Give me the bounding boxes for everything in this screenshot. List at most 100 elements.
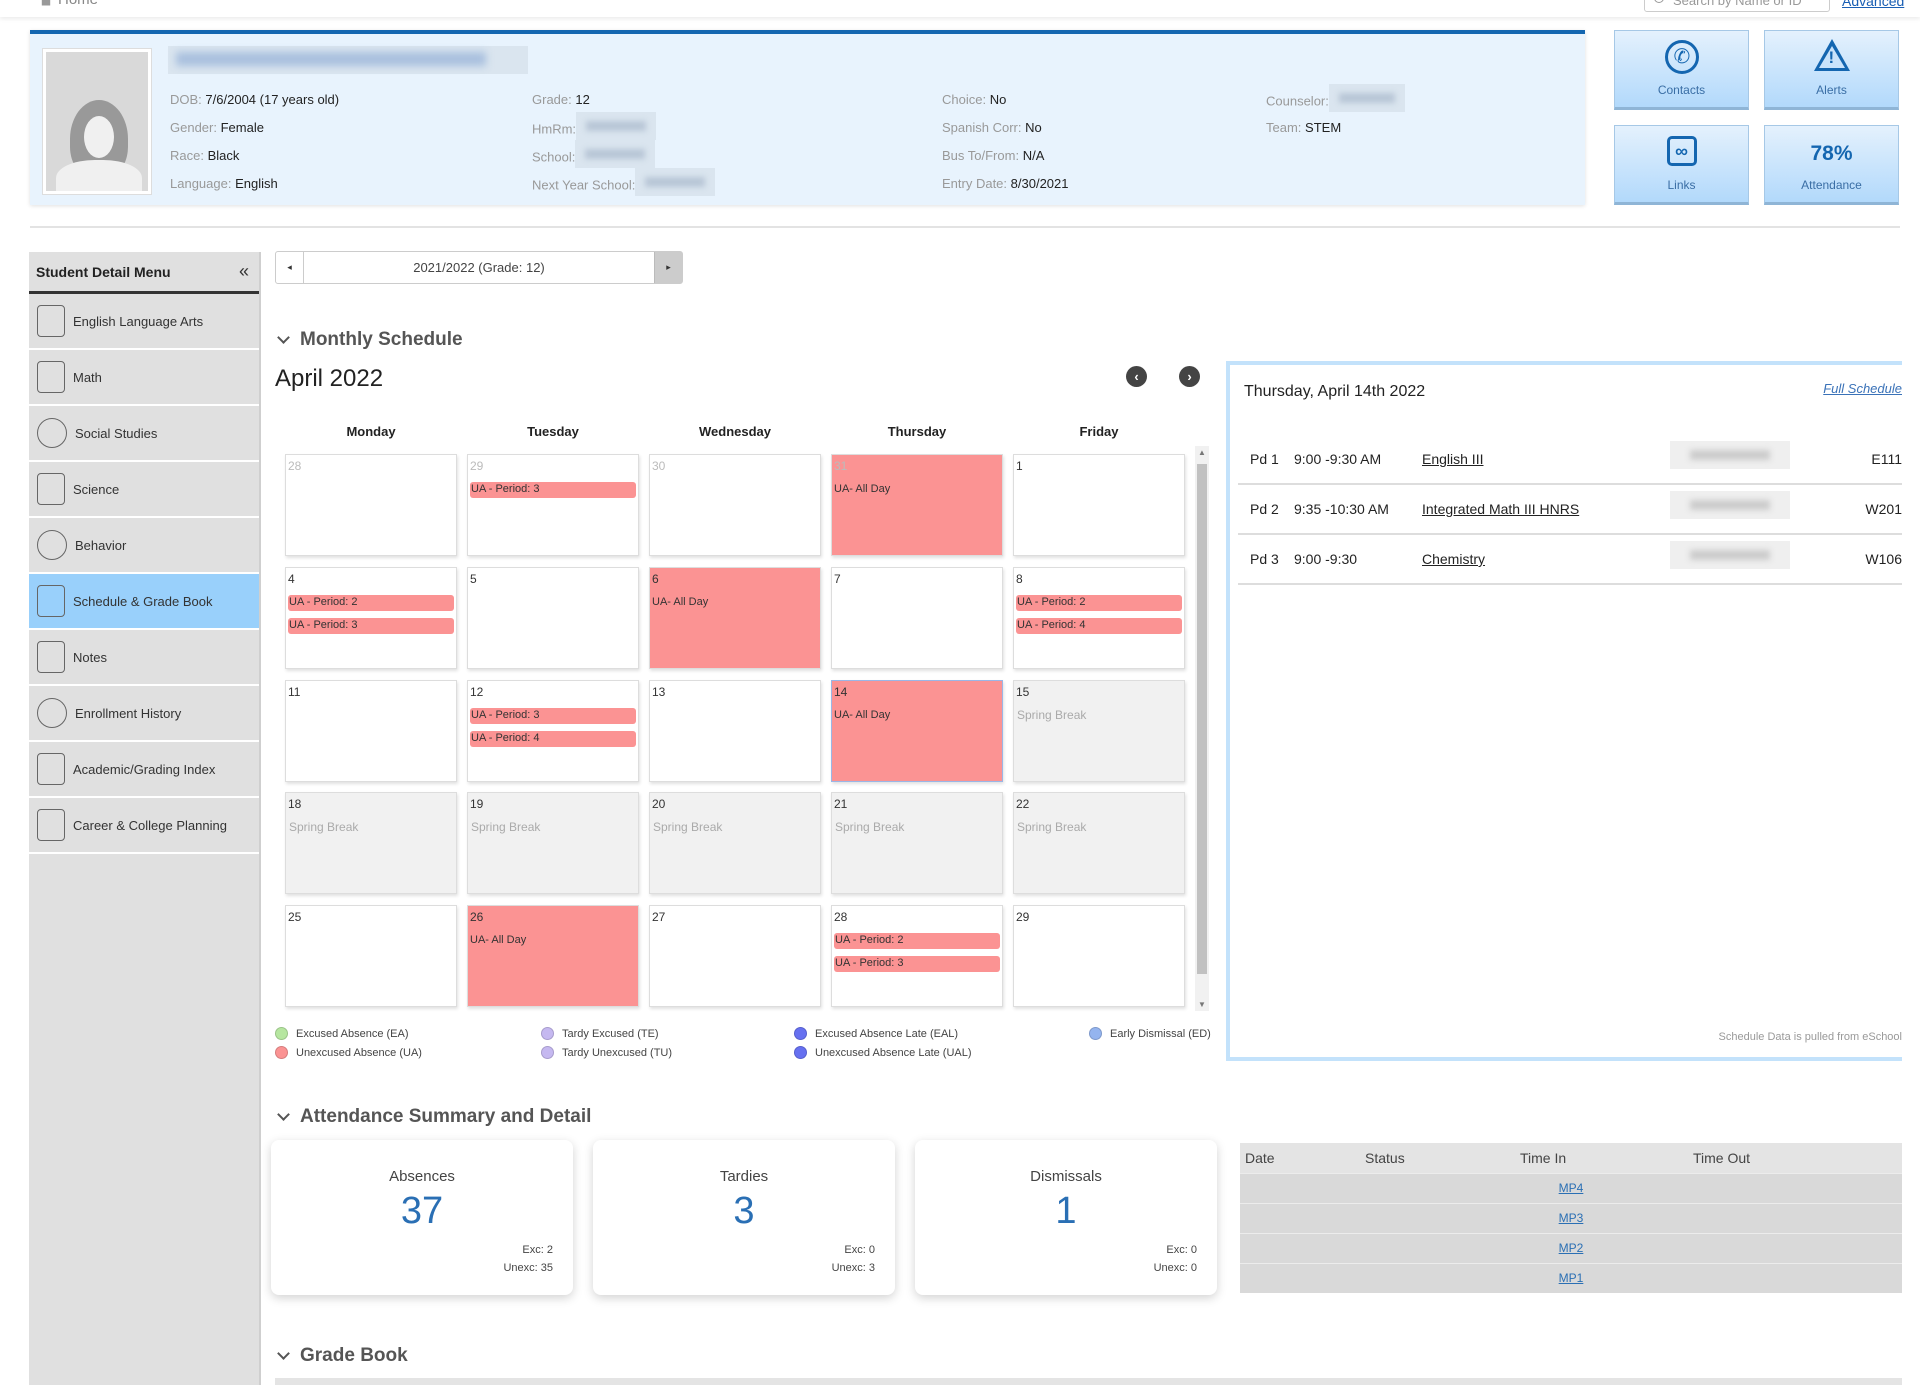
- sidebar-item-behavior[interactable]: Behavior: [29, 518, 259, 574]
- calendar-day-cell[interactable]: 4 UA - Period: 2 UA - Period: 3: [285, 567, 457, 669]
- marking-period-link[interactable]: MP1: [1559, 1271, 1584, 1285]
- calendar-day-cell[interactable]: 14 UA- All Day: [831, 680, 1003, 782]
- marking-period-link[interactable]: MP3: [1559, 1211, 1584, 1225]
- sidebar-item-career-college-planning[interactable]: Career & College Planning: [29, 798, 259, 854]
- calendar-day-cell[interactable]: 22 Spring Break: [1013, 792, 1185, 894]
- attendance-event[interactable]: UA - Period: 3: [470, 708, 636, 724]
- notes-icon: [37, 641, 65, 673]
- teacher-redacted: [1670, 541, 1790, 569]
- column-header[interactable]: Time In: [1515, 1143, 1688, 1173]
- sidebar-item-social-studies[interactable]: Social Studies: [29, 406, 259, 462]
- calendar-day-cell[interactable]: 27: [649, 905, 821, 1007]
- attendance-tile[interactable]: 78% Attendance: [1764, 125, 1899, 205]
- attendance-event[interactable]: UA - Period: 2: [288, 595, 454, 611]
- attendance-event[interactable]: UA - Period: 4: [470, 731, 636, 747]
- calendar-day-cell[interactable]: 28: [285, 454, 457, 556]
- gradebook-section-header[interactable]: Grade Book: [275, 1345, 408, 1367]
- day-number: 6: [652, 572, 659, 586]
- scroll-up-icon[interactable]: ▲: [1198, 448, 1206, 457]
- sidebar-item-schedule-grade-book[interactable]: Schedule & Grade Book: [29, 574, 259, 630]
- school-year-value: 2021/2022 (Grade: 12): [413, 260, 545, 275]
- course-link[interactable]: English III: [1422, 451, 1483, 467]
- calendar-day-cell[interactable]: 21 Spring Break: [831, 792, 1003, 894]
- full-schedule-link[interactable]: Full Schedule: [1823, 381, 1902, 396]
- calendar-day-cell[interactable]: 29: [1013, 905, 1185, 1007]
- sidebar-item-enrollment-history[interactable]: Enrollment History: [29, 686, 259, 742]
- next-year-button[interactable]: ▸: [654, 252, 682, 283]
- calendar-day-cell[interactable]: 6 UA- All Day: [649, 567, 821, 669]
- school-year-selector[interactable]: ◂ 2021/2022 (Grade: 12) ▸: [275, 251, 683, 284]
- monthly-schedule-header[interactable]: Monthly Schedule: [275, 329, 463, 351]
- attendance-event[interactable]: UA - Period: 2: [834, 933, 1000, 949]
- notebook-icon: [37, 753, 65, 785]
- calendar-scrollbar[interactable]: ▲ ▼: [1195, 446, 1209, 1011]
- sidebar-item-science[interactable]: Science: [29, 462, 259, 518]
- card-title: Absences: [389, 1168, 455, 1185]
- home-link[interactable]: Home: [40, 0, 98, 8]
- collapse-menu-icon[interactable]: «: [239, 261, 249, 282]
- attendance-card-absences: Absences 37 Exc: 2 Unexc: 35: [271, 1140, 573, 1295]
- calendar-day-cell[interactable]: 26 UA- All Day: [467, 905, 639, 1007]
- calendar-day-cell[interactable]: 8 UA - Period: 2 UA - Period: 4: [1013, 567, 1185, 669]
- calendar-day-cell[interactable]: 25: [285, 905, 457, 1007]
- sidebar-item-math[interactable]: Math: [29, 350, 259, 406]
- course-link[interactable]: Chemistry: [1422, 551, 1485, 567]
- calendar-day-cell[interactable]: 7: [831, 567, 1003, 669]
- contacts-label: Contacts: [1657, 83, 1706, 97]
- attendance-event[interactable]: UA - Period: 3: [470, 482, 636, 498]
- chevron-down-icon: [277, 1108, 290, 1121]
- alerts-tile[interactable]: Alerts: [1764, 30, 1899, 110]
- flask-icon: [37, 473, 65, 505]
- prev-year-button[interactable]: ◂: [276, 252, 304, 283]
- next-month-button[interactable]: ›: [1179, 366, 1200, 387]
- attendance-event[interactable]: UA - Period: 2: [1016, 595, 1182, 611]
- student-search-input[interactable]: Search by Name or ID: [1644, 0, 1830, 12]
- marking-period-link[interactable]: MP2: [1559, 1241, 1584, 1255]
- advanced-search-link[interactable]: Advanced: [1842, 0, 1904, 9]
- sidebar-item-notes[interactable]: Notes: [29, 630, 259, 686]
- contacts-tile[interactable]: Contacts: [1614, 30, 1749, 110]
- marking-period-link[interactable]: MP4: [1559, 1181, 1584, 1195]
- attendance-event[interactable]: UA - Period: 4: [1016, 618, 1182, 634]
- calendar-day-cell[interactable]: 15 Spring Break: [1013, 680, 1185, 782]
- calendar-day-cell[interactable]: 13: [649, 680, 821, 782]
- column-header[interactable]: Time Out: [1688, 1143, 1902, 1173]
- calendar-day-cell[interactable]: 12 UA - Period: 3 UA - Period: 4: [467, 680, 639, 782]
- attendance-event[interactable]: UA - Period: 3: [834, 956, 1000, 972]
- calendar-day-cell[interactable]: 31 UA- All Day: [831, 454, 1003, 556]
- card-breakdown: Exc: 2 Unexc: 35: [503, 1244, 553, 1274]
- card-count: 1: [1055, 1190, 1077, 1232]
- course-link[interactable]: Integrated Math III HNRS: [1422, 501, 1579, 517]
- calendar-day-cell[interactable]: 11: [285, 680, 457, 782]
- calendar-day-cell[interactable]: 29 UA - Period: 3: [467, 454, 639, 556]
- links-tile[interactable]: ∞ Links: [1614, 125, 1749, 205]
- day-number: 7: [834, 572, 841, 586]
- prev-month-button[interactable]: ‹: [1126, 366, 1147, 387]
- sidebar-item-english-language-arts[interactable]: English Language Arts: [29, 294, 259, 350]
- attendance-event[interactable]: UA - Period: 3: [288, 618, 454, 634]
- day-note: Spring Break: [471, 820, 541, 834]
- calendar-day-cell[interactable]: 19 Spring Break: [467, 792, 639, 894]
- calendar-day-cell[interactable]: 5: [467, 567, 639, 669]
- scroll-down-icon[interactable]: ▼: [1198, 1000, 1206, 1009]
- sidebar-item-academic-grading-index[interactable]: Academic/Grading Index: [29, 742, 259, 798]
- links-label: Links: [1667, 178, 1696, 192]
- day-number: 26: [470, 910, 484, 924]
- sidebar-item-label: Notes: [73, 649, 107, 665]
- card-count: 3: [733, 1190, 755, 1232]
- attendance-section-header[interactable]: Attendance Summary and Detail: [275, 1106, 591, 1128]
- calendar-day-cell[interactable]: 30: [649, 454, 821, 556]
- day-number: 4: [288, 572, 295, 586]
- calendar-day-cell[interactable]: 1: [1013, 454, 1185, 556]
- room-number: W201: [1865, 501, 1902, 517]
- dob-field: DOB: 7/6/2004 (17 years old): [170, 92, 340, 107]
- column-header[interactable]: Date: [1240, 1143, 1360, 1173]
- marking-period-row: MP1: [1240, 1263, 1902, 1293]
- column-header[interactable]: Status: [1360, 1143, 1515, 1173]
- legend-swatch-icon: [1089, 1027, 1102, 1040]
- scrollbar-thumb[interactable]: [1197, 464, 1207, 974]
- calendar-day-cell[interactable]: 20 Spring Break: [649, 792, 821, 894]
- school-redacted: [575, 140, 656, 168]
- calendar-day-cell[interactable]: 28 UA - Period: 2 UA - Period: 3: [831, 905, 1003, 1007]
- calendar-day-cell[interactable]: 18 Spring Break: [285, 792, 457, 894]
